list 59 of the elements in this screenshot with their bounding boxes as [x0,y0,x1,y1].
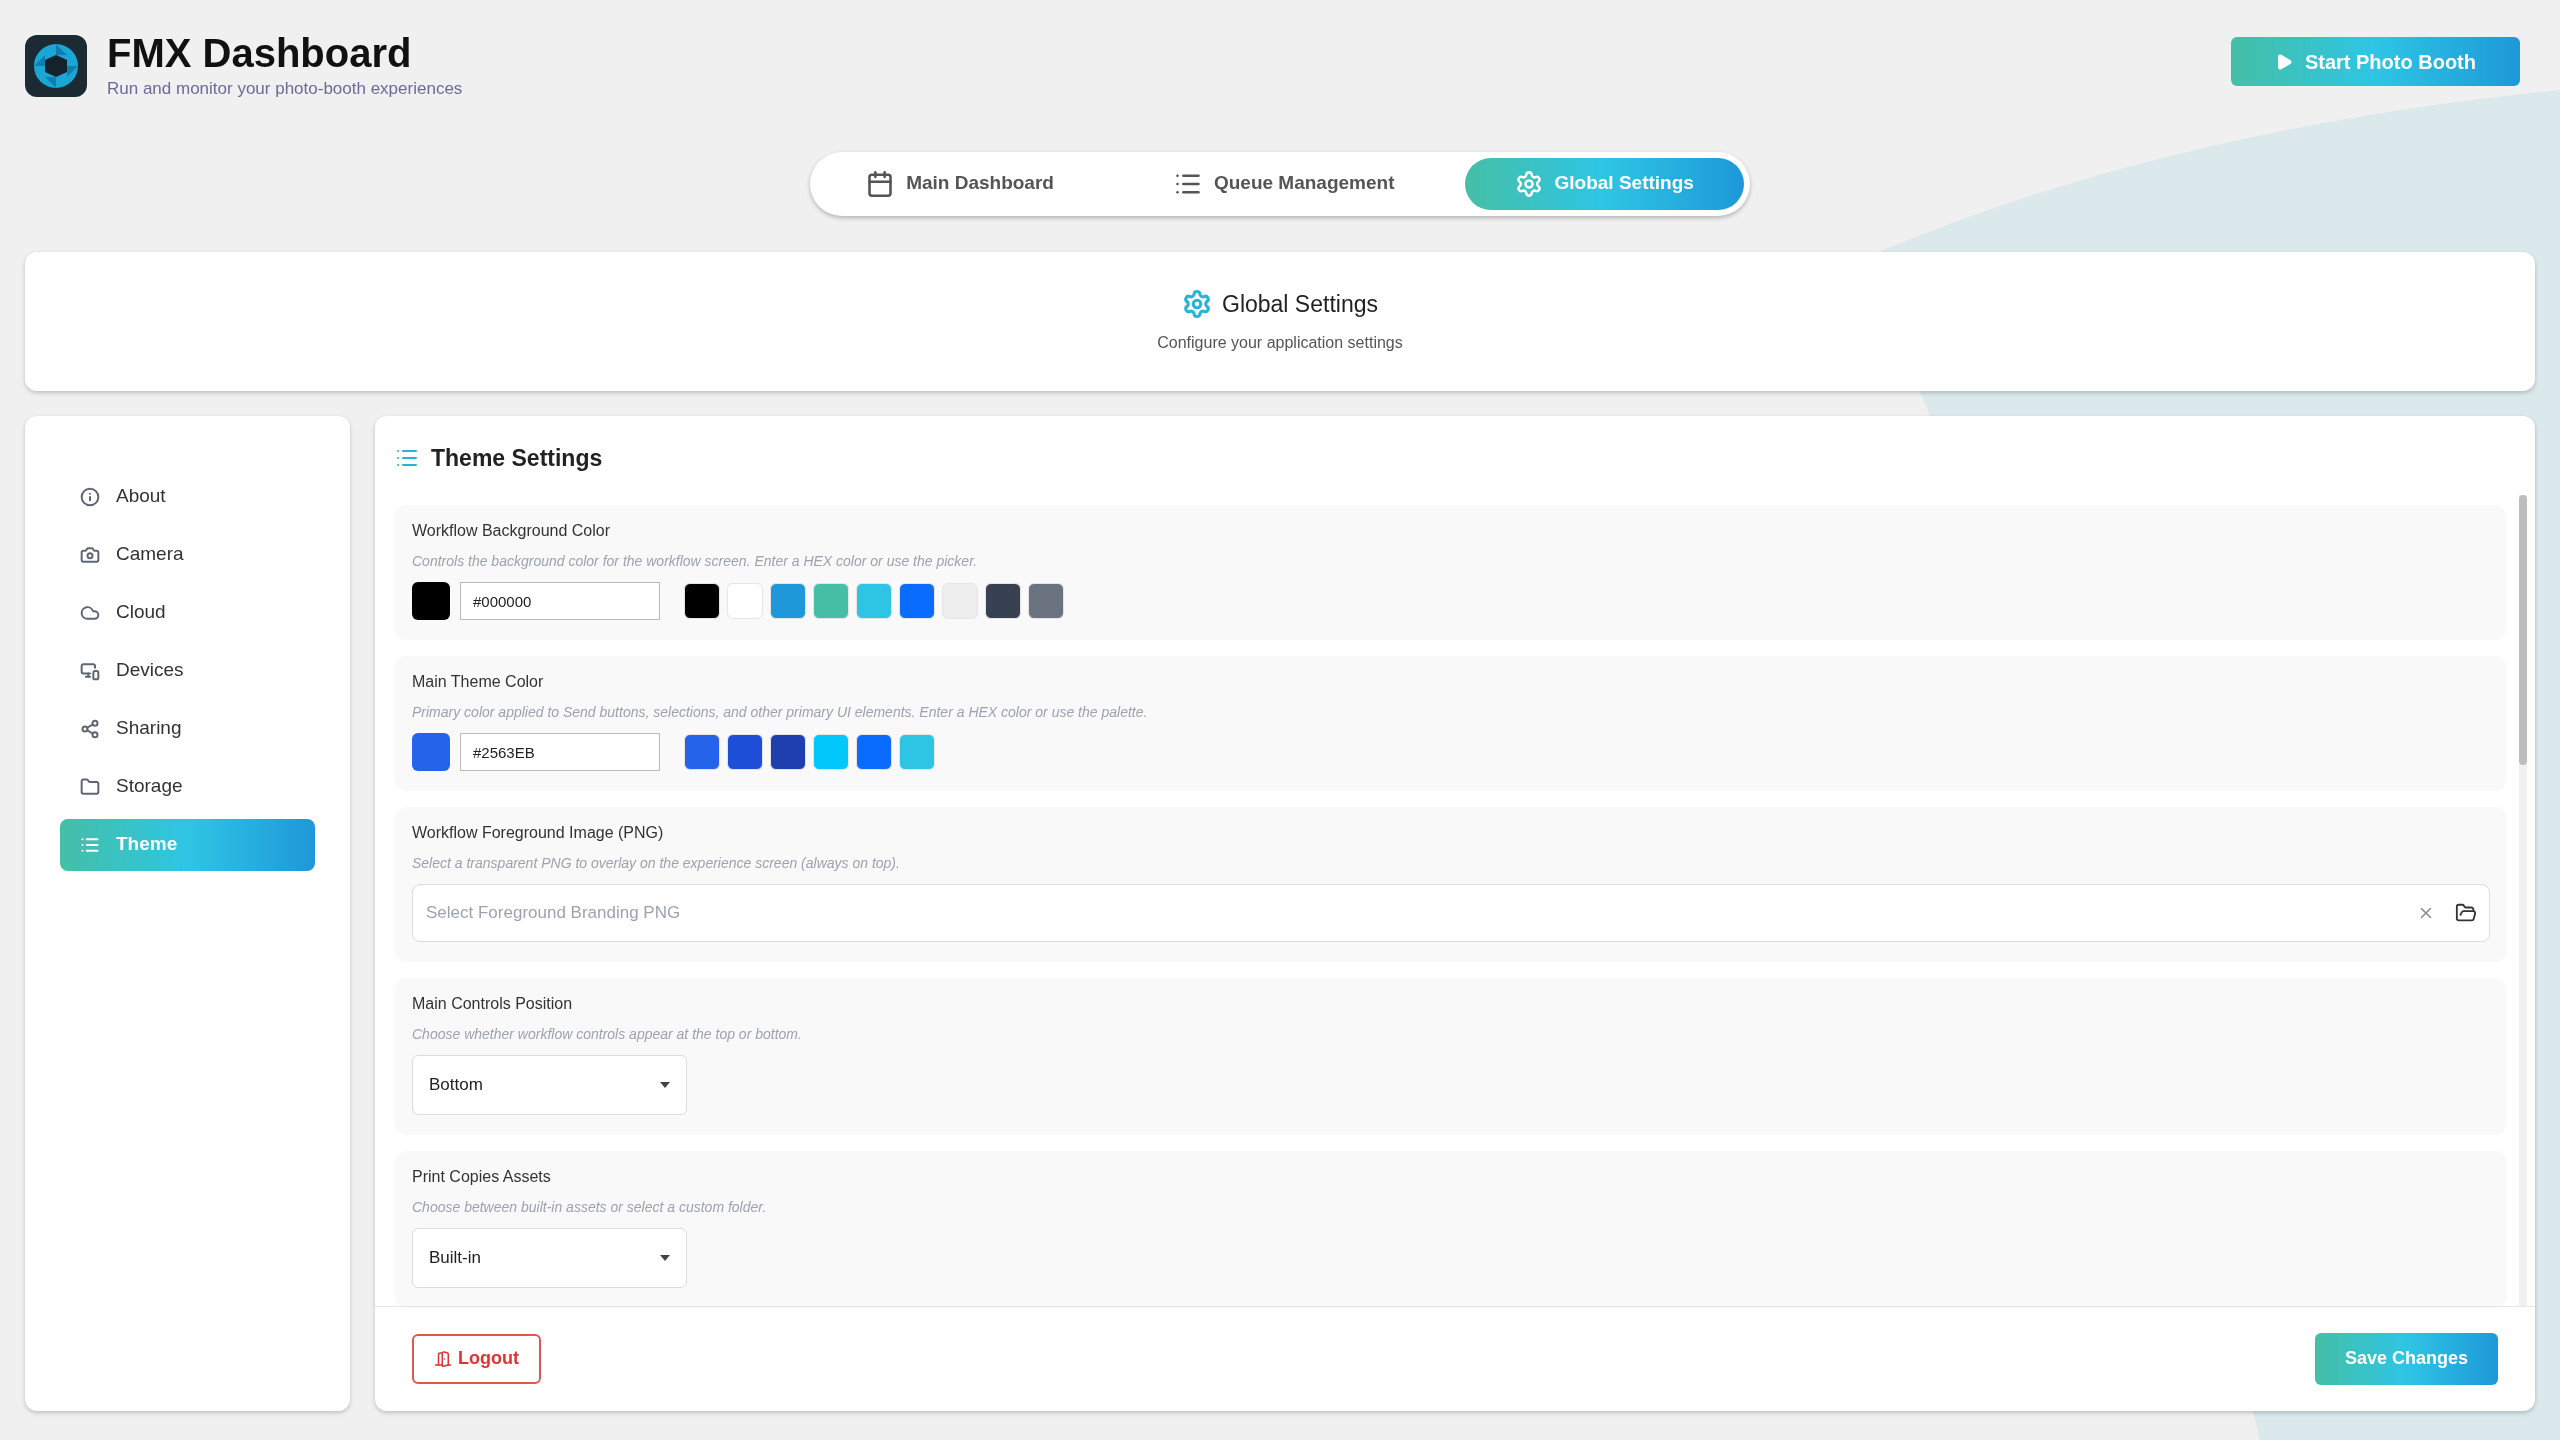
app-title: FMX Dashboard [107,30,413,76]
sidebar-item[interactable]: About [60,470,315,523]
sidebar-item[interactable]: Camera [60,528,315,581]
file-select-field[interactable]: Select Foreground Branding PNG [412,884,2490,942]
color-swatch[interactable] [813,583,849,619]
app-subtitle: Run and monitor your photo-booth experiences [107,78,463,100]
setting-label: Print Copies Assets [412,1167,552,1187]
hex-input-field[interactable]: #000000 [460,582,660,620]
logout-button[interactable]: Logout [412,1333,541,1384]
color-preview[interactable] [412,582,450,620]
page-title: Global Settings [1222,289,1378,319]
color-swatch[interactable] [856,583,892,619]
setting-description: Primary color applied to Send buttons, selections, and other primary UI elements. Enter a HEX color or use the palette. [412,703,1149,722]
color-preview[interactable] [412,733,450,771]
sidebar-item[interactable]: Cloud [60,586,315,639]
sidebar-item[interactable]: Storage [60,760,315,813]
door-icon [434,1349,452,1368]
setting-label: Workflow Background Color [412,521,611,541]
color-swatch[interactable] [770,734,806,770]
panel-title: Theme Settings [431,443,603,473]
scrollbar[interactable] [2519,495,2527,1306]
dropdown-select[interactable]: Bottom [412,1055,687,1115]
color-swatch[interactable] [727,583,763,619]
setting-description: Choose whether workflow controls appear at the top or bottom. [412,1025,803,1044]
color-swatch[interactable] [1028,583,1064,619]
nav-tab[interactable]: Queue Management [1123,157,1445,210]
setting-description: Controls the background color for the workflow screen. Enter a HEX color or use the picker. [412,552,979,571]
color-swatch[interactable] [770,583,806,619]
caret-icon [660,1082,670,1088]
folder-icon [80,776,100,797]
share-icon [80,718,100,739]
color-swatch[interactable] [899,734,935,770]
folder-icon[interactable] [2455,902,2477,924]
color-swatch[interactable] [813,734,849,770]
color-swatch[interactable] [985,583,1021,619]
color-swatch[interactable] [727,734,763,770]
nav-tab[interactable]: Main Dashboard [816,157,1104,210]
setting-description: Choose between built-in assets or select a custom folder. [412,1198,768,1217]
color-swatch[interactable] [856,734,892,770]
calendar-icon [866,169,895,198]
setting-label: Main Theme Color [412,672,545,692]
dropdown-select[interactable]: Built-in [412,1228,687,1288]
setting-description: Select a transparent PNG to overlay on the experience screen (always on top). [412,854,901,873]
info-icon [80,486,100,507]
page-subtitle: Configure your application settings [1157,333,1403,354]
sidebar-item[interactable]: Devices [60,644,315,697]
logo-icon [25,34,87,97]
color-swatch[interactable] [899,583,935,619]
devices-icon [80,660,100,681]
color-swatch[interactable] [684,583,720,619]
hex-input-field[interactable]: #2563EB [460,733,660,771]
caret-icon [660,1255,670,1261]
setting-label: Workflow Foreground Image (PNG) [412,823,665,843]
settings-icon [1514,169,1543,198]
camera-icon [80,544,100,565]
sidebar-item[interactable]: Sharing [60,702,315,755]
color-swatch[interactable] [684,734,720,770]
settings-icon [1182,289,1212,319]
setting-label: Main Controls Position [412,994,574,1014]
